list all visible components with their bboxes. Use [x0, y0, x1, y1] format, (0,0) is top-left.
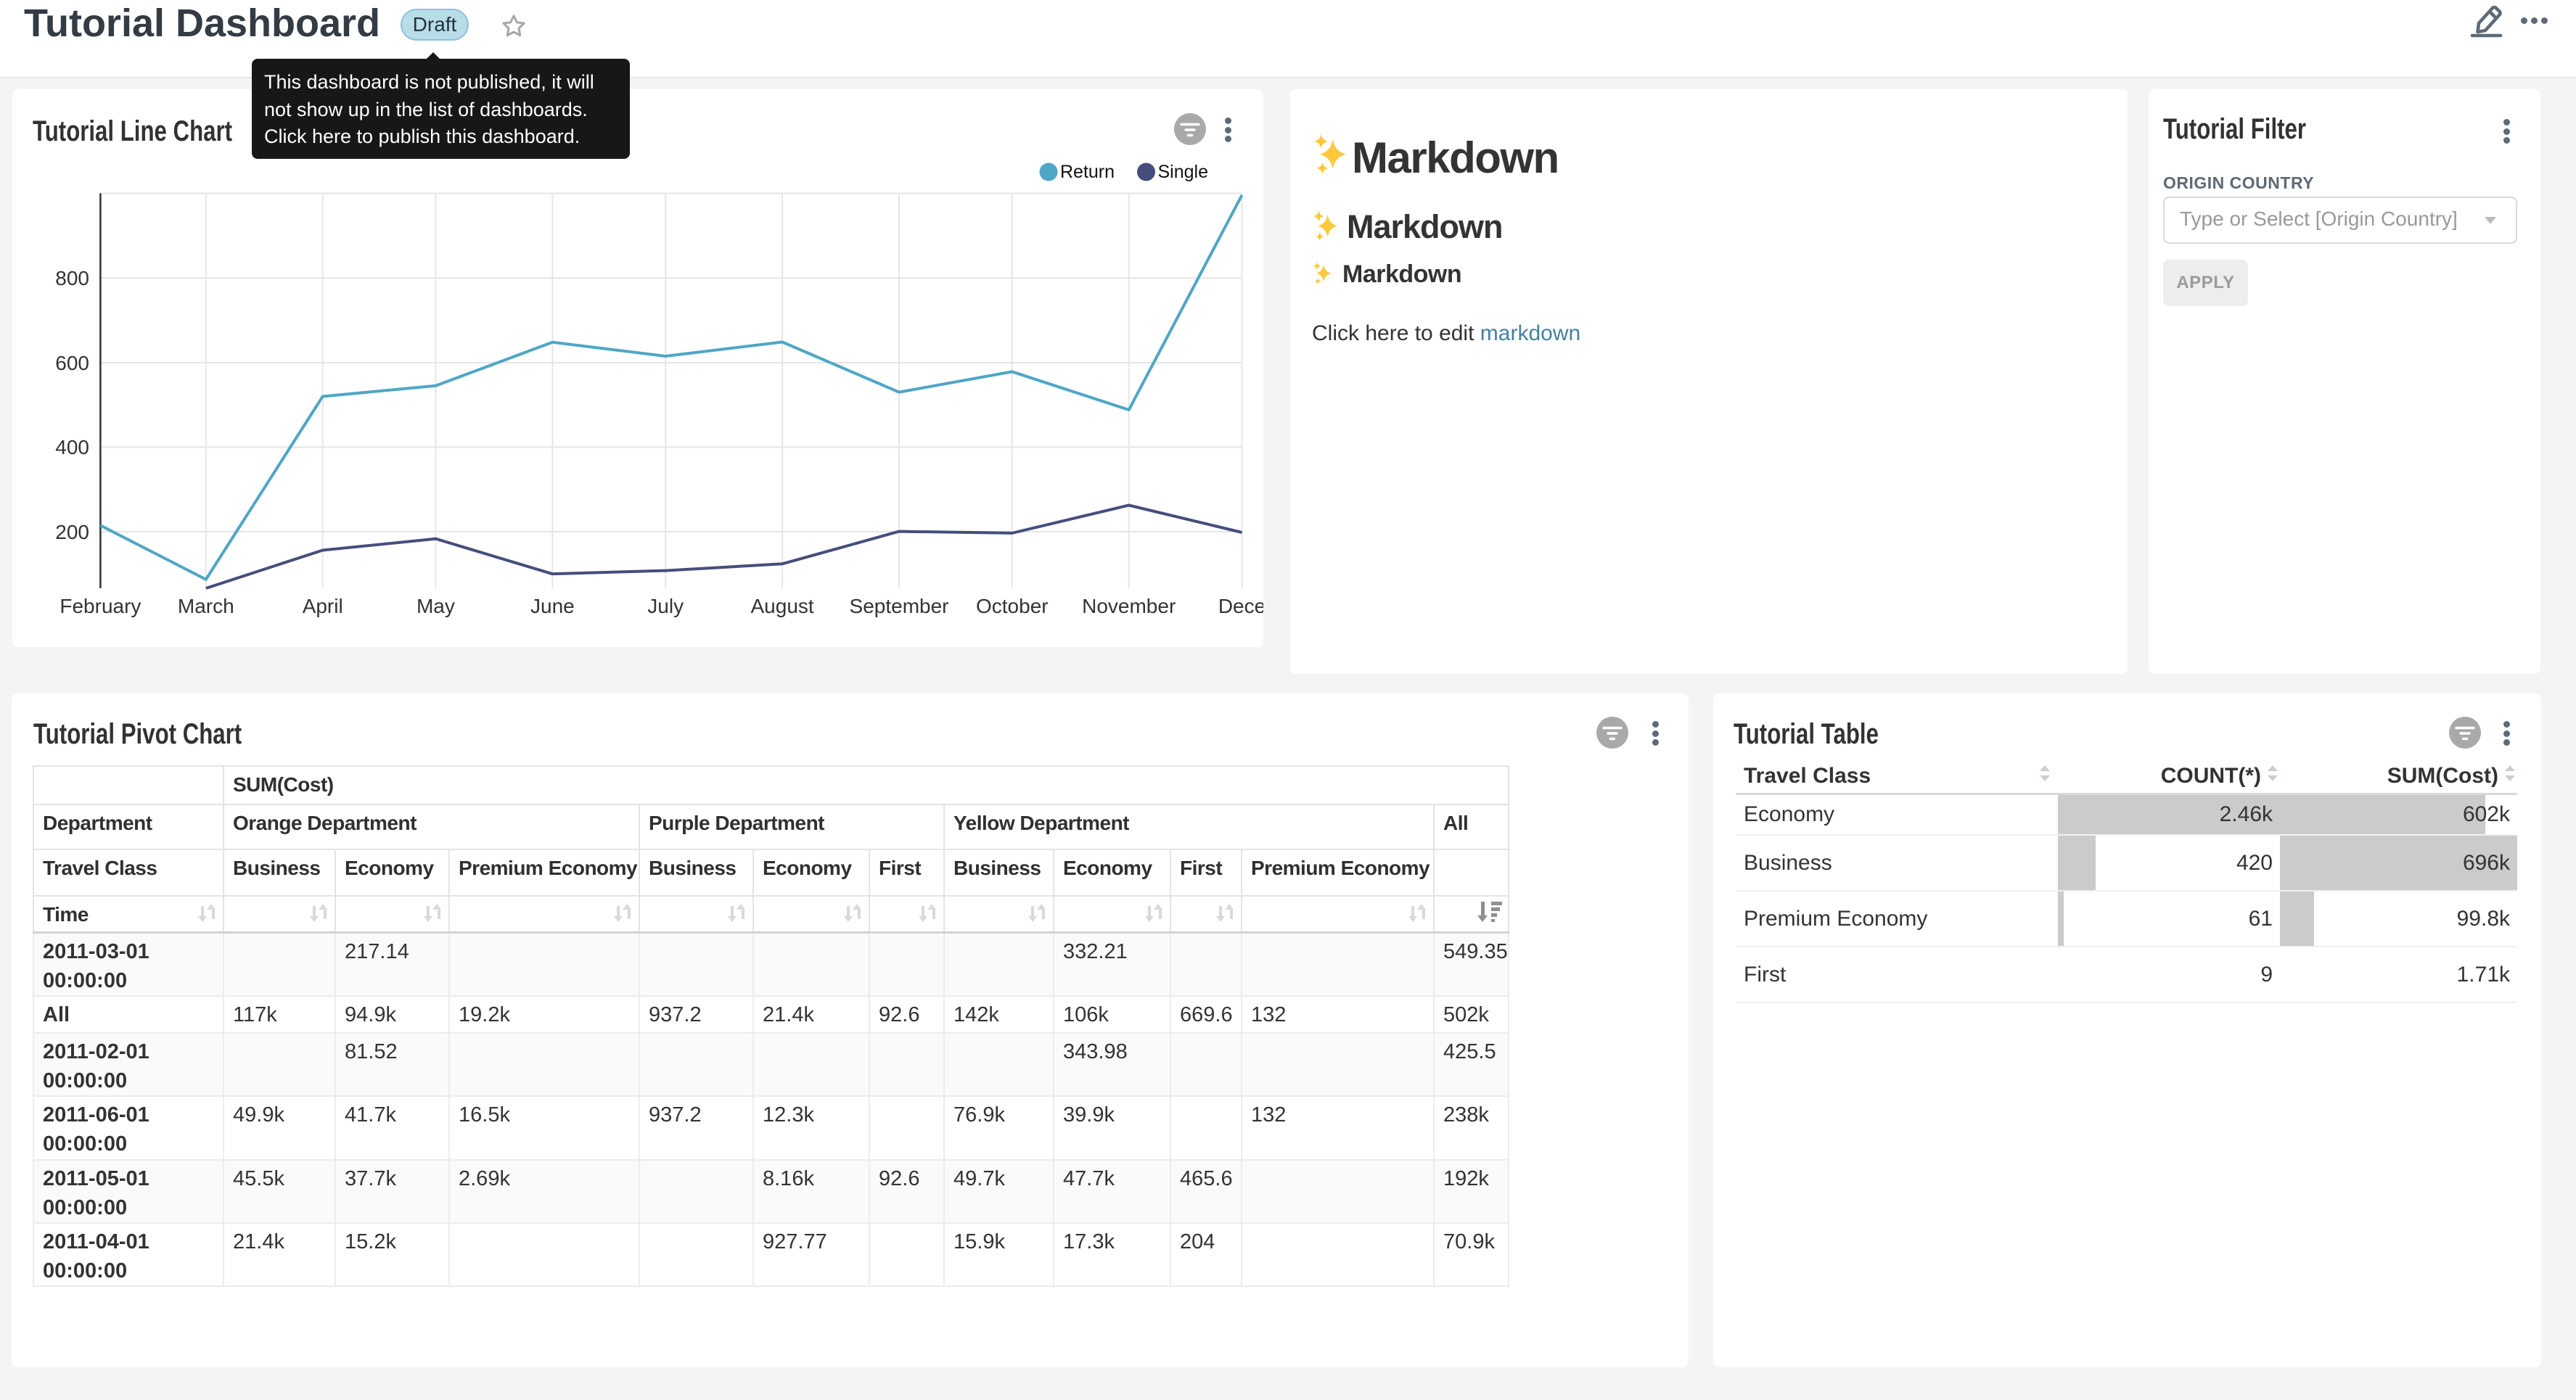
- svg-text:Single: Single: [1158, 162, 1209, 182]
- svg-text:May: May: [417, 595, 455, 617]
- svg-text:800: 800: [55, 267, 89, 289]
- svg-text:200: 200: [55, 521, 89, 543]
- svg-text:March: March: [178, 595, 234, 617]
- svg-text:June: June: [530, 595, 575, 617]
- svg-text:September: September: [850, 595, 949, 617]
- svg-text:November: November: [1082, 595, 1176, 617]
- svg-text:Return: Return: [1060, 162, 1115, 182]
- svg-text:400: 400: [55, 436, 89, 458]
- svg-text:February: February: [60, 595, 141, 617]
- svg-text:April: April: [303, 595, 343, 617]
- svg-text:600: 600: [55, 352, 89, 374]
- svg-text:August: August: [751, 595, 814, 617]
- svg-text:July: July: [647, 595, 684, 617]
- svg-text:October: October: [976, 595, 1049, 617]
- svg-text:Dece: Dece: [1218, 595, 1263, 617]
